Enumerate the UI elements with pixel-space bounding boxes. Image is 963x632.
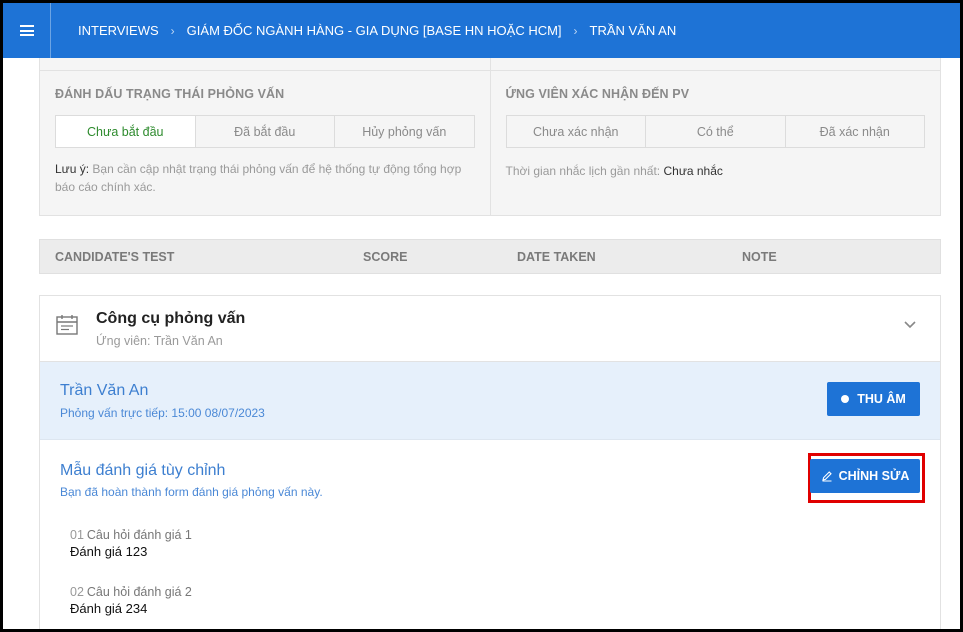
question-answer: Đánh giá 123 [70, 544, 148, 559]
interview-schedule: Phỏng vấn trực tiếp: 15:00 08/07/2023 [60, 406, 265, 420]
tools-header[interactable]: Công cụ phỏng vấn Ứng viên: Trần Văn An [40, 296, 940, 362]
chevron-right-icon: › [170, 23, 175, 38]
record-button[interactable]: THU ÂM [827, 382, 920, 416]
breadcrumb-interviews[interactable]: INTERVIEWS [78, 23, 159, 38]
menu-icon [19, 25, 34, 36]
edit-button[interactable]: CHỈNH SỬA [810, 459, 920, 493]
question-label: Câu hỏi đánh giá 2 [86, 585, 192, 599]
question-label: Câu hỏi đánh giá 1 [86, 528, 192, 542]
note-text: Bạn cần cập nhật trạng thái phỏng vấn để… [55, 162, 462, 194]
column-candidate-test: CANDIDATE'S TEST [55, 250, 175, 264]
tools-title: Công cụ phỏng vấn [96, 310, 246, 327]
reminder-label: Thời gian nhắc lịch gần nhất: [505, 164, 661, 178]
question-number: 02 [70, 585, 84, 599]
evaluation-subtitle: Bạn đã hoàn thành form đánh giá phỏng vấ… [60, 485, 323, 499]
question-number: 01 [70, 528, 84, 542]
question-item: 02 Câu hỏi đánh giá 2 Đánh giá 234 [70, 585, 192, 616]
confirm-confirmed[interactable]: Đã xác nhận [785, 116, 924, 147]
menu-button[interactable] [3, 3, 51, 58]
question-answer: Đánh giá 234 [70, 601, 148, 616]
evaluation-section: Mẫu đánh giá tùy chỉnh Bạn đã hoàn thành… [40, 440, 940, 629]
question-item: 01 Câu hỏi đánh giá 1 Đánh giá 123 [70, 528, 192, 559]
interview-tools-card: Công cụ phỏng vấn Ứng viên: Trần Văn An … [39, 295, 941, 629]
status-note: Lưu ý: Bạn cần cập nhật trạng thái phỏng… [55, 160, 475, 196]
chevron-right-icon: › [573, 23, 578, 38]
edit-label: CHỈNH SỬA [838, 469, 910, 483]
chevron-down-icon[interactable] [902, 316, 918, 332]
breadcrumb: INTERVIEWS › GIÁM ĐỐC NGÀNH HÀNG - GIA D… [78, 23, 676, 38]
column-note: NOTE [742, 250, 777, 264]
breadcrumb-job[interactable]: GIÁM ĐỐC NGÀNH HÀNG - GIA DỤNG [BASE HN … [187, 23, 562, 38]
reminder-value: Chưa nhắc [663, 164, 723, 178]
status-cancelled[interactable]: Hủy phỏng vấn [335, 116, 474, 147]
column-score: SCORE [363, 250, 408, 264]
top-bar: INTERVIEWS › GIÁM ĐỐC NGÀNH HÀNG - GIA D… [3, 3, 960, 58]
pencil-icon [821, 471, 832, 482]
confirm-status-toggle: Chưa xác nhận Có thể Đã xác nhận [505, 115, 925, 148]
column-date-taken: DATE TAKEN [517, 250, 596, 264]
confirm-status-title: ỨNG VIÊN XÁC NHẬN ĐẾN PV [505, 87, 690, 101]
status-panel: ĐÁNH DẤU TRẠNG THÁI PHỎNG VẤN Chưa bắt đ… [39, 58, 941, 216]
status-not-started[interactable]: Chưa bắt đầu [56, 116, 196, 147]
note-key: Lưu ý: [55, 162, 90, 176]
breadcrumb-candidate: TRẦN VĂN AN [589, 23, 677, 38]
confirm-status-section: ỨNG VIÊN XÁC NHẬN ĐẾN PV Chưa xác nhận C… [490, 58, 940, 215]
tools-subtitle: Ứng viên: Trần Văn An [96, 334, 223, 348]
candidate-name: Trần Văn An [60, 382, 149, 399]
interview-status-toggle: Chưa bắt đầu Đã bắt đầu Hủy phỏng vấn [55, 115, 475, 148]
calendar-icon [56, 315, 78, 335]
confirm-unconfirmed[interactable]: Chưa xác nhận [506, 116, 646, 147]
record-dot-icon [841, 395, 850, 403]
interview-status-section: ĐÁNH DẤU TRẠNG THÁI PHỎNG VẤN Chưa bắt đ… [40, 58, 491, 215]
interview-status-title: ĐÁNH DẤU TRẠNG THÁI PHỎNG VẤN [55, 87, 285, 101]
candidate-row: Trần Văn An Phỏng vấn trực tiếp: 15:00 0… [40, 362, 940, 440]
confirm-maybe[interactable]: Có thể [646, 116, 786, 147]
reminder-note: Thời gian nhắc lịch gần nhất: Chưa nhắc [506, 162, 926, 180]
record-label: THU ÂM [857, 392, 906, 406]
main-content: ĐÁNH DẤU TRẠNG THÁI PHỎNG VẤN Chưa bắt đ… [3, 58, 960, 629]
candidate-test-table-header: CANDIDATE'S TEST SCORE DATE TAKEN NOTE [39, 239, 941, 274]
evaluation-title: Mẫu đánh giá tùy chỉnh [60, 462, 226, 479]
status-started[interactable]: Đã bắt đầu [195, 116, 335, 147]
app-window: INTERVIEWS › GIÁM ĐỐC NGÀNH HÀNG - GIA D… [3, 3, 960, 629]
